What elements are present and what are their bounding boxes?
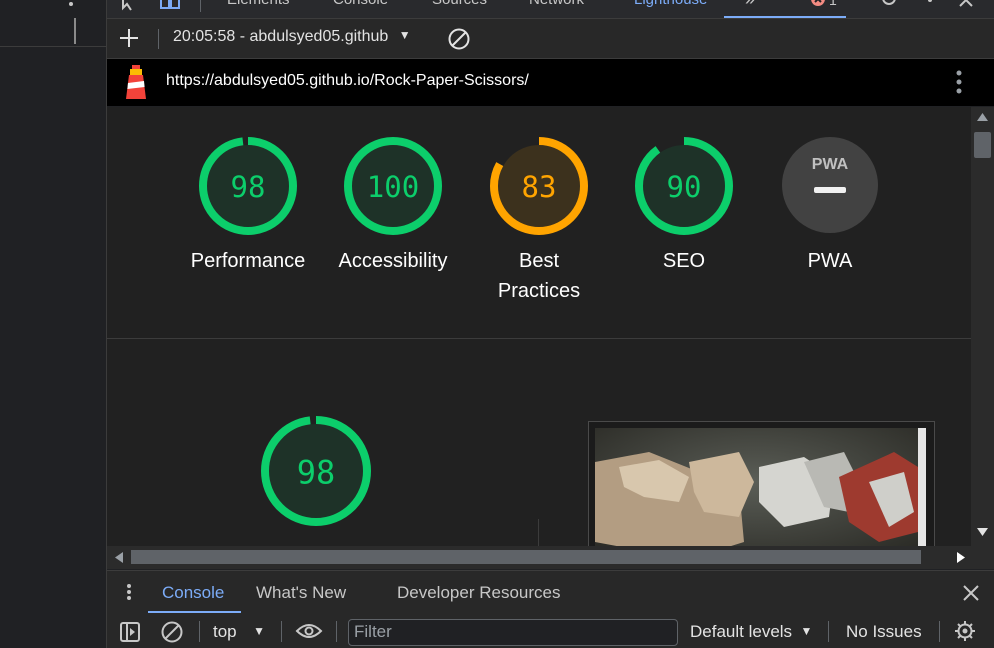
gauge-performance[interactable]: 98 Performance	[191, 136, 305, 276]
report-selector-label: 20:05:58 - abdulsyed05.github	[173, 28, 389, 45]
inspect-element-icon[interactable]	[119, 0, 139, 14]
clear-console-icon[interactable]	[160, 620, 184, 644]
gauge-score: 98	[297, 453, 336, 491]
separator	[281, 621, 282, 642]
divider	[538, 519, 539, 546]
gauge-accessibility[interactable]: 100 Accessibility	[339, 136, 447, 276]
scroll-right-arrow-icon[interactable]	[957, 552, 965, 563]
dropdown-triangle-icon: ▼	[398, 28, 411, 42]
console-toolbar: top ▼ Default levels ▼ No Issues	[107, 613, 994, 648]
best-practices-gauge-ring: 83	[490, 137, 588, 235]
gauge-label: Performance	[190, 250, 306, 272]
tab-network[interactable]: Network	[529, 0, 584, 8]
gauge-score: 98	[231, 170, 266, 204]
lighthouse-toolbar: 20:05:58 - abdulsyed05.github ▼	[107, 19, 994, 59]
error-icon[interactable]	[810, 0, 826, 9]
gauge-label: PWA	[807, 250, 853, 272]
report-url: https://abdulsyed05.github.io/Rock-Paper…	[166, 72, 529, 89]
drawer-tab-whats-new[interactable]: What's New	[256, 583, 346, 603]
lighthouse-report: 98 Performance 100 Accessibility 83 Best…	[107, 107, 971, 546]
separator	[158, 29, 159, 49]
section-divider	[107, 338, 971, 339]
horizontal-scroll-thumb[interactable]	[131, 550, 921, 564]
final-screenshot	[588, 421, 935, 546]
tab-elements[interactable]: Elements	[227, 0, 290, 8]
report-vertical-scrollbar[interactable]	[971, 107, 994, 546]
page-viewport-strip	[0, 0, 107, 648]
seo-gauge-ring: 90	[635, 137, 733, 235]
drawer-tab-developer-resources[interactable]: Developer Resources	[397, 583, 560, 603]
context-selector[interactable]: top ▼	[213, 622, 265, 642]
menu-dot	[69, 2, 73, 6]
new-report-plus-icon[interactable]	[119, 28, 139, 48]
report-horizontal-scrollbar[interactable]	[107, 546, 971, 569]
error-count[interactable]: 1	[829, 0, 837, 8]
scroll-left-arrow-icon[interactable]	[115, 552, 123, 563]
lighthouse-logo-icon	[126, 65, 146, 99]
drawer-tabbar: Console What's New Developer Resources	[107, 570, 994, 614]
gauge-score: 90	[667, 170, 702, 204]
gauge-pwa[interactable]: PWA PWA	[780, 136, 880, 276]
show-sidebar-icon[interactable]	[119, 621, 141, 643]
screenshot-image	[595, 428, 926, 546]
scroll-corner	[957, 546, 994, 569]
more-tabs-chevron-icon[interactable]: »	[745, 0, 755, 10]
live-expression-eye-icon[interactable]	[295, 622, 323, 640]
log-levels-dropdown[interactable]: Default levels ▼	[690, 622, 812, 642]
performance-gauge-ring: 98	[199, 137, 297, 235]
device-toolbar-icon[interactable]	[159, 0, 181, 14]
tab-sources[interactable]: Sources	[432, 0, 487, 8]
scroll-up-arrow-icon[interactable]	[977, 113, 988, 121]
text-cursor	[74, 18, 76, 44]
scroll-down-arrow-icon[interactable]	[977, 528, 988, 536]
report-selector[interactable]: 20:05:58 - abdulsyed05.github ▼	[173, 28, 411, 46]
vertical-scroll-thumb[interactable]	[974, 132, 991, 158]
gauge-label: Accessibility	[338, 250, 448, 272]
settings-gear-icon[interactable]	[879, 0, 899, 10]
issues-counter[interactable]: No Issues	[846, 622, 922, 642]
clear-reports-icon[interactable]	[447, 27, 471, 51]
tab-lighthouse[interactable]: Lighthouse	[634, 0, 707, 8]
console-settings-gear-icon[interactable]	[954, 620, 976, 642]
close-drawer-icon[interactable]	[963, 585, 979, 601]
main-performance-gauge: 98	[260, 415, 372, 527]
separator	[939, 621, 940, 642]
divider	[0, 46, 106, 47]
pwa-badge-icon: PWA	[782, 137, 878, 233]
gauge-best-practices[interactable]: 83 Best Practices	[489, 136, 589, 306]
pwa-badge-text: PWA	[812, 156, 849, 173]
devtools-tabbar: Elements Console Sources Network Lightho…	[107, 0, 994, 19]
active-tab-indicator	[724, 16, 846, 18]
tab-console[interactable]: Console	[333, 0, 388, 8]
context-selector-label: top	[213, 622, 237, 641]
close-devtools-icon[interactable]	[958, 0, 974, 10]
gauge-score: 100	[367, 170, 419, 204]
kebab-menu-icon[interactable]	[925, 0, 935, 10]
drawer-menu-kebab-icon[interactable]	[126, 583, 132, 601]
drawer-tab-console[interactable]: Console	[162, 583, 224, 603]
dropdown-triangle-icon: ▼	[253, 624, 265, 638]
report-url-bar: https://abdulsyed05.github.io/Rock-Paper…	[107, 59, 994, 106]
gauge-seo[interactable]: 90 SEO	[634, 136, 734, 276]
separator	[199, 621, 200, 642]
log-levels-label: Default levels	[690, 622, 793, 641]
separator	[828, 621, 829, 642]
gauge-label: Best Practices	[497, 250, 581, 302]
main-performance-ring: 98	[261, 416, 371, 526]
console-filter	[348, 619, 678, 646]
report-menu-kebab-icon[interactable]	[955, 69, 963, 97]
accessibility-gauge-ring: 100	[344, 137, 442, 235]
gauge-score: 83	[522, 170, 557, 204]
separator	[336, 621, 337, 642]
dropdown-triangle-icon: ▼	[800, 624, 813, 638]
gauge-label: SEO	[662, 250, 706, 272]
separator	[200, 0, 201, 12]
filter-input[interactable]	[349, 620, 664, 643]
